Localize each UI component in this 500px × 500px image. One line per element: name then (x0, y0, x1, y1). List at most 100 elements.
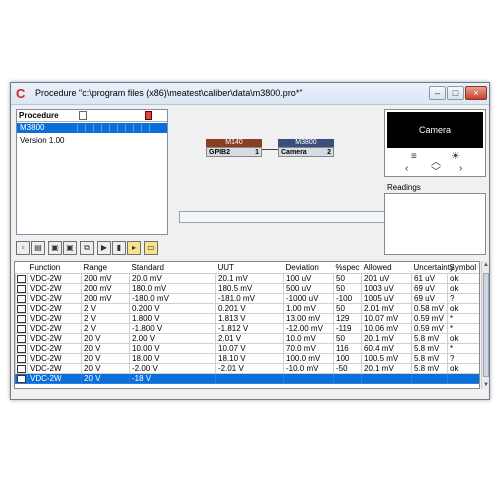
table-cell[interactable] (361, 373, 412, 384)
row-checkbox[interactable] (17, 364, 26, 373)
table-cell[interactable]: 1.800 V (129, 313, 216, 324)
column-header[interactable]: Range (81, 262, 130, 274)
row-checkbox[interactable] (17, 344, 26, 353)
table-cell[interactable]: 69 uV (411, 283, 448, 294)
table-cell[interactable]: 0.201 V (215, 303, 284, 314)
table-row[interactable]: VDC-2W 20 V 18.00 V 18.10 V 100.0 mV 100 100.5… (15, 353, 479, 364)
table-cell[interactable]: 2.01 mV (361, 303, 412, 314)
table-cell[interactable]: 5.8 mV (411, 343, 448, 354)
row-select-cell[interactable] (15, 373, 28, 384)
row-select-cell[interactable] (15, 273, 28, 284)
table-cell[interactable]: 20.0 mV (129, 273, 216, 284)
column-header[interactable]: UUT (215, 262, 284, 274)
table-cell[interactable]: 20 V (81, 363, 130, 374)
table-row[interactable]: VDC-2W 20 V -2.00 V -2.01 V -10.0 mV -50 20.1 … (15, 363, 479, 374)
instrument-node-m3800[interactable]: M3800 Camera 2 (278, 139, 334, 157)
table-cell[interactable]: -181.0 mV (215, 293, 284, 304)
save-as-icon[interactable]: ▣ (63, 241, 77, 255)
table-cell[interactable]: VDC-2W (27, 333, 82, 344)
table-cell[interactable]: 2 V (81, 303, 130, 314)
row-select-cell[interactable] (15, 303, 28, 314)
table-cell[interactable]: * (447, 323, 479, 334)
table-cell[interactable] (283, 373, 334, 384)
row-checkbox[interactable] (17, 334, 26, 343)
table-cell[interactable]: VDC-2W (27, 343, 82, 354)
row-select-cell[interactable] (15, 283, 28, 294)
table-cell[interactable]: ok (447, 363, 479, 374)
table-row[interactable]: VDC-2W 20 V 2.00 V 2.01 V 10.0 mV 50 20.1 mV 5.… (15, 333, 479, 344)
table-cell[interactable]: 100 uV (283, 273, 334, 284)
table-cell[interactable]: -12.00 mV (283, 323, 334, 334)
table-cell[interactable]: 61 uV (411, 273, 448, 284)
row-checkbox[interactable] (17, 374, 26, 383)
column-header[interactable]: Uncertainty (411, 262, 454, 274)
table-cell[interactable]: VDC-2W (27, 273, 82, 284)
table-cell[interactable]: * (447, 343, 479, 354)
table-cell[interactable]: VDC-2W (27, 373, 82, 384)
table-cell[interactable]: 2.01 V (215, 333, 284, 344)
save-icon[interactable]: ▣ (48, 241, 62, 255)
table-cell[interactable]: 1.813 V (215, 313, 284, 324)
row-checkbox[interactable] (17, 314, 26, 323)
table-cell[interactable]: 180.5 mV (215, 283, 284, 294)
table-cell[interactable]: 20.1 mV (361, 363, 412, 374)
table-cell[interactable]: 0.200 V (129, 303, 216, 314)
table-cell[interactable]: 2 V (81, 313, 130, 324)
table-cell[interactable]: 200 mV (81, 273, 130, 284)
table-cell[interactable]: -1.812 V (215, 323, 284, 334)
table-cell[interactable]: ok (447, 283, 479, 294)
column-header[interactable]: Deviation (283, 262, 334, 274)
minimize-button[interactable]: – (429, 86, 446, 100)
row-select-cell[interactable] (15, 363, 28, 374)
table-cell[interactable]: -2.01 V (215, 363, 284, 374)
table-cell[interactable]: 20 V (81, 343, 130, 354)
table-cell[interactable]: * (447, 313, 479, 324)
table-cell[interactable]: VDC-2W (27, 323, 82, 334)
title-bar[interactable]: C Procedure "c:\program files (x86)\meat… (11, 83, 489, 105)
table-cell[interactable]: ok (447, 303, 479, 314)
table-cell[interactable]: 5.8 mV (411, 363, 448, 374)
table-cell[interactable]: 2 V (81, 323, 130, 334)
table-cell[interactable]: 5.8 mV (411, 333, 448, 344)
chevron-right-icon[interactable]: › (459, 164, 462, 174)
maximize-button[interactable]: □ (447, 86, 464, 100)
table-cell[interactable]: 70.0 mV (283, 343, 334, 354)
table-cell[interactable] (447, 373, 479, 384)
table-cell[interactable]: 2.00 V (129, 333, 216, 344)
table-cell[interactable]: 10.07 V (215, 343, 284, 354)
close-button[interactable]: × (465, 86, 487, 100)
table-cell[interactable]: 20.1 mV (215, 273, 284, 284)
instrument-node-m140[interactable]: M140 GPIB2 1 (206, 139, 262, 157)
table-cell[interactable]: 100.5 mV (361, 353, 412, 364)
table-cell[interactable] (215, 373, 284, 384)
column-header[interactable]: %spec (333, 262, 362, 274)
chevron-left-icon[interactable]: ‹ (405, 164, 408, 174)
table-cell[interactable]: -1.800 V (129, 323, 216, 334)
table-row[interactable]: VDC-2W 200 mV 20.0 mV 20.1 mV 100 uV 50 201 uV… (15, 273, 479, 284)
scroll-down-icon[interactable]: ▼ (483, 382, 489, 388)
row-checkbox[interactable] (17, 274, 26, 283)
table-cell[interactable]: 200 mV (81, 293, 130, 304)
table-row[interactable]: VDC-2W 200 mV 180.0 mV 180.5 mV 500 uV 50 1003… (15, 283, 479, 294)
table-cell[interactable]: 116 (333, 343, 362, 354)
table-cell[interactable]: 69 uV (411, 293, 448, 304)
open-icon[interactable]: ▤ (31, 241, 45, 255)
table-cell[interactable]: VDC-2W (27, 293, 82, 304)
column-header[interactable]: Symbol (447, 262, 479, 274)
column-header[interactable]: Allowed (361, 262, 412, 274)
column-header[interactable]: Function (27, 262, 82, 274)
table-cell[interactable]: 20 V (81, 373, 130, 384)
table-cell[interactable]: VDC-2W (27, 363, 82, 374)
list-icon[interactable]: ≡ (411, 152, 417, 162)
table-cell[interactable]: 10.07 mV (361, 313, 412, 324)
table-cell[interactable]: -2.00 V (129, 363, 216, 374)
table-cell[interactable]: 50 (333, 303, 362, 314)
table-cell[interactable]: 18.10 V (215, 353, 284, 364)
table-cell[interactable]: VDC-2W (27, 303, 82, 314)
table-cell[interactable]: VDC-2W (27, 353, 82, 364)
table-cell[interactable]: 201 uV (361, 273, 412, 284)
table-row[interactable]: VDC-2W 20 V -18 V (15, 373, 479, 384)
row-select-cell[interactable] (15, 323, 28, 334)
table-cell[interactable]: ? (447, 353, 479, 364)
table-cell[interactable]: 10.0 mV (283, 333, 334, 344)
